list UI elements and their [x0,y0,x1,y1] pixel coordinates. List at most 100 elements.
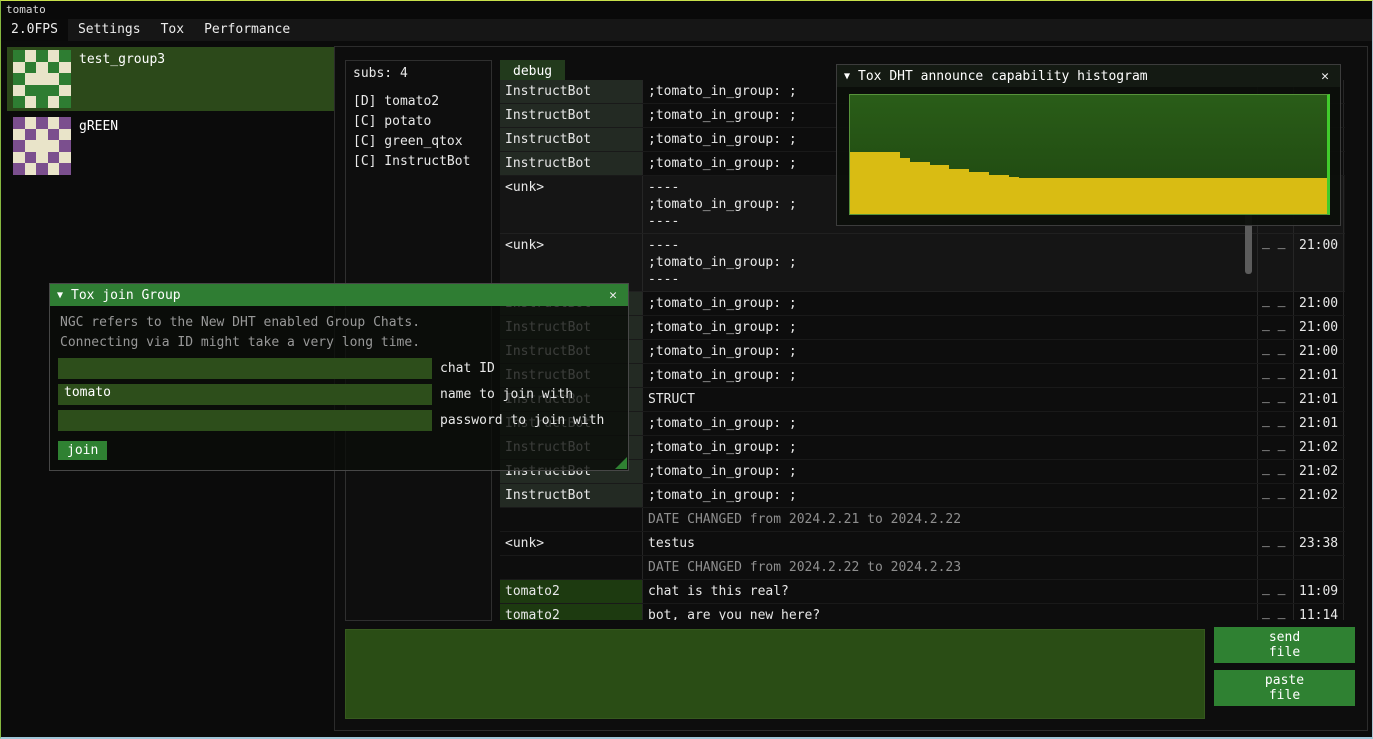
paste-file-label: paste file [1262,673,1308,703]
sub-list-item[interactable]: [C] green_qtox [353,132,484,152]
sub-list-item[interactable]: [C] potato [353,112,484,132]
histogram-bar [850,152,860,214]
group-avatar [13,50,71,108]
join-password-label: password to join with [440,413,604,428]
join-name-label: name to join with [440,387,573,402]
titlebar[interactable]: tomato [1,1,1372,19]
timestamp-cell [1293,556,1344,579]
collapse-arrow-icon[interactable]: ▼ [844,71,850,82]
timestamp-cell: 21:00 [1293,340,1344,363]
histogram-bar [1287,178,1297,214]
sender-cell: InstructBot [500,152,642,175]
collapse-arrow-icon[interactable]: ▼ [57,290,63,301]
sender-cell: InstructBot [500,484,642,507]
histogram-bar [910,162,920,214]
histogram-bar [1267,178,1277,214]
window-title: tomato [6,3,46,16]
send-file-button[interactable]: send file [1214,627,1355,663]
join-password-input[interactable] [58,410,432,431]
status-flags-cell: _ _ [1257,292,1293,315]
date-changed-row[interactable]: DATE CHANGED from 2024.2.22 to 2024.2.23 [500,556,1345,580]
date-changed-row[interactable]: DATE CHANGED from 2024.2.21 to 2024.2.22 [500,508,1345,532]
status-flags-cell: _ _ [1257,316,1293,339]
subs-count: subs: 4 [353,66,484,81]
histogram-bar [1248,178,1258,214]
message-cell: ;tomato_in_group: ; [642,340,1257,363]
sub-list-item[interactable]: [C] InstructBot [353,152,484,172]
message-row[interactable]: tomato2bot, are you new here?_ _11:14 [500,604,1345,620]
menu-tox[interactable]: Tox [151,19,194,41]
message-input[interactable] [345,629,1205,719]
message-row[interactable]: tomato2chat is this real?_ _11:09 [500,580,1345,604]
histogram-window-titlebar[interactable]: ▼ Tox DHT announce capability histogram … [837,65,1340,87]
histogram-bar [1317,178,1327,214]
sender-cell: <unk> [500,176,642,233]
join-field-row: chat ID [58,358,620,379]
timestamp-cell: 21:01 [1293,412,1344,435]
histogram-bar [1257,178,1267,214]
sender-cell [500,508,642,531]
histogram-bar [1188,178,1198,214]
status-flags-cell [1257,508,1293,531]
status-flags-cell: _ _ [1257,436,1293,459]
group-item-gREEN[interactable]: gREEN [7,114,337,178]
message-cell: STRUCT [642,388,1257,411]
sender-cell [500,556,642,579]
join-group-window: ▼ Tox join Group ✕ NGC refers to the New… [49,283,629,471]
histogram-bar [969,172,979,214]
group-avatar [13,117,71,175]
timestamp-cell: 23:38 [1293,532,1344,555]
histogram-bar [1178,178,1188,214]
histogram-bar [1198,178,1208,214]
histogram-bar [1089,178,1099,214]
message-cell: DATE CHANGED from 2024.2.22 to 2024.2.23 [642,556,1257,579]
timestamp-cell: 21:02 [1293,436,1344,459]
histogram-plot [849,94,1330,215]
histogram-bar [1128,178,1138,214]
histogram-bar [1138,178,1148,214]
sender-cell: tomato2 [500,580,642,603]
group-item-test_group3[interactable]: test_group3 [7,47,337,111]
message-row[interactable]: InstructBot;tomato_in_group: ;_ _21:02 [500,484,1345,508]
paste-file-button[interactable]: paste file [1214,670,1355,706]
histogram-bar [949,169,959,214]
histogram-bar [1108,178,1118,214]
resize-grip[interactable] [615,457,627,469]
message-cell: ;tomato_in_group: ; [642,484,1257,507]
sub-list-item[interactable]: [D] tomato2 [353,92,484,112]
status-flags-cell [1257,556,1293,579]
chat-id-input[interactable] [58,358,432,379]
message-cell: ;tomato_in_group: ; [642,292,1257,315]
menu-settings[interactable]: Settings [68,19,151,41]
message-cell: bot, are you new here? [642,604,1257,620]
histogram-bar [1029,178,1039,214]
message-row[interactable]: <unk>testus_ _23:38 [500,532,1345,556]
close-icon[interactable]: ✕ [1317,69,1333,84]
histogram-bar [1049,178,1059,214]
histogram-bar [959,169,969,214]
join-button[interactable]: join [58,441,107,460]
histogram-bar [1098,178,1108,214]
status-flags-cell: _ _ [1257,388,1293,411]
timestamp-cell: 21:01 [1293,364,1344,387]
timestamp-cell: 21:00 [1293,292,1344,315]
join-name-input[interactable]: tomato [58,384,432,405]
join-field-row: password to join with [58,410,620,431]
histogram-bar [1148,178,1158,214]
histogram-bar [920,162,930,214]
menu-performance[interactable]: Performance [194,19,300,41]
message-cell: ---- ;tomato_in_group: ; ---- [642,234,1257,291]
timestamp-cell: 11:14 [1293,604,1344,620]
status-flags-cell: _ _ [1257,364,1293,387]
status-flags-cell: _ _ [1257,340,1293,363]
histogram-bar [999,175,1009,214]
message-cell: ;tomato_in_group: ; [642,364,1257,387]
sender-cell: InstructBot [500,128,642,151]
histogram-bar [1168,178,1178,214]
join-window-titlebar[interactable]: ▼ Tox join Group ✕ [50,284,628,306]
app-window: tomato 2.0FPSSettingsToxPerformance test… [0,0,1373,739]
histogram-bar [860,152,870,214]
close-icon[interactable]: ✕ [605,288,621,303]
join-window-title: Tox join Group [71,288,605,303]
sender-cell: InstructBot [500,80,642,103]
